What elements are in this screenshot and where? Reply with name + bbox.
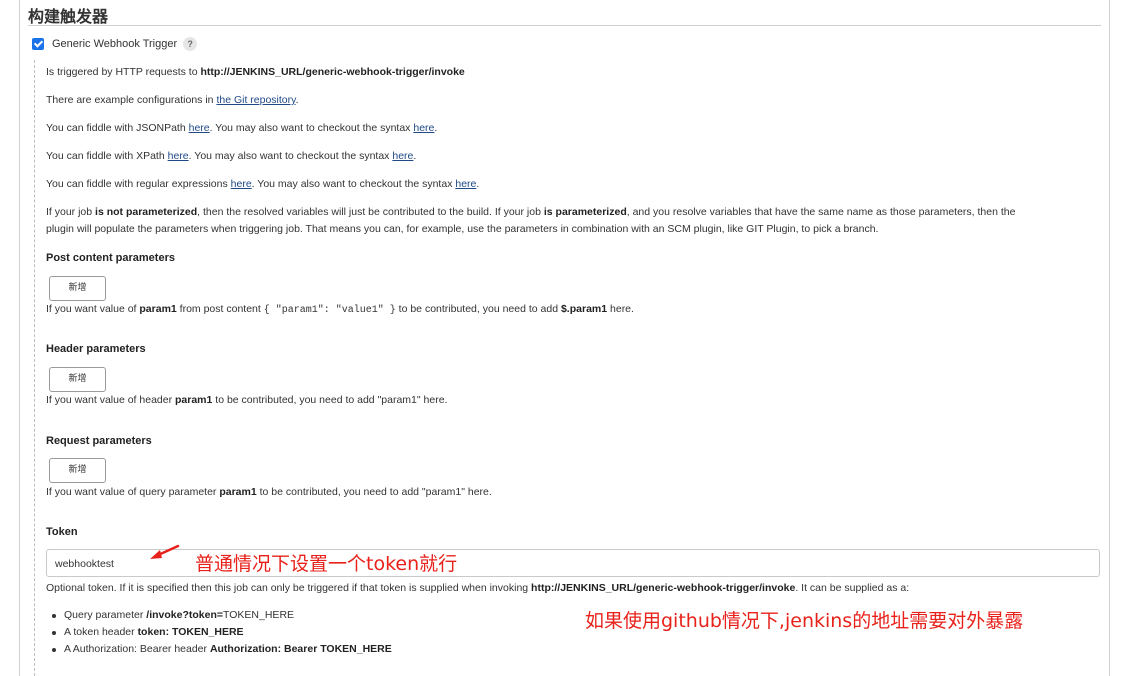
build-triggers-panel: 构建触发器 Generic Webhook Trigger ? Is trigg… <box>19 0 1110 676</box>
jsonpath-fiddle-link[interactable]: here <box>189 122 210 134</box>
section-divider <box>28 25 1101 26</box>
list-item: Query parameter /invoke?token=TOKEN_HERE <box>51 607 294 624</box>
add-request-parameter-button[interactable]: 新增 <box>49 458 106 483</box>
description-xpath-line: You can fiddle with XPath here. You may … <box>46 150 417 162</box>
git-repository-link[interactable]: the Git repository <box>216 94 295 106</box>
token-annotation: 普通情况下设置一个token就行 <box>195 553 458 575</box>
header-parameters-hint: If you want value of header param1 to be… <box>46 394 448 406</box>
section-title: 构建触发器 <box>28 7 109 26</box>
description-examples-line: There are example configurations in the … <box>46 94 299 106</box>
generic-webhook-trigger-label[interactable]: Generic Webhook Trigger <box>52 38 177 50</box>
list-item: A Authorization: Bearer header Authoriza… <box>52 641 392 658</box>
description-invoke-line: Is triggered by HTTP requests to http://… <box>46 66 465 78</box>
description-regex-line: You can fiddle with regular expressions … <box>46 178 480 190</box>
annotation-arrow-icon <box>150 544 180 559</box>
xpath-fiddle-link[interactable]: here <box>168 150 189 162</box>
generic-webhook-trigger-checkbox[interactable] <box>32 38 44 50</box>
add-post-parameter-button[interactable]: 新增 <box>49 276 106 301</box>
request-parameters-hint: If you want value of query parameter par… <box>46 486 492 498</box>
generic-webhook-trigger-row: Generic Webhook Trigger ? <box>32 36 198 52</box>
regex-fiddle-link[interactable]: here <box>231 178 252 190</box>
post-parameters-hint: If you want value of param1 from post co… <box>46 303 634 316</box>
description-parameterized-line2: plugin will populate the parameters when… <box>46 223 879 235</box>
nested-config-border <box>34 60 35 676</box>
header-parameters-heading: Header parameters <box>46 343 146 355</box>
list-item: A token header token: TOKEN_HERE <box>52 624 244 641</box>
post-content-parameters-heading: Post content parameters <box>46 252 175 264</box>
description-parameterized-line1: If your job is not parameterized, then t… <box>46 206 1016 218</box>
github-annotation: 如果使用github情况下,jenkins的地址需要对外暴露 <box>585 610 1024 632</box>
token-heading: Token <box>46 526 78 538</box>
description-jsonpath-line: You can fiddle with JSONPath here. You m… <box>46 122 438 134</box>
help-icon[interactable]: ? <box>183 37 198 51</box>
request-parameters-heading: Request parameters <box>46 435 152 447</box>
jsonpath-syntax-link[interactable]: here <box>413 122 434 134</box>
xpath-syntax-link[interactable]: here <box>392 150 413 162</box>
add-header-parameter-button[interactable]: 新增 <box>49 367 106 392</box>
regex-syntax-link[interactable]: here <box>455 178 476 190</box>
token-hint: Optional token. If it is specified then … <box>46 582 910 594</box>
